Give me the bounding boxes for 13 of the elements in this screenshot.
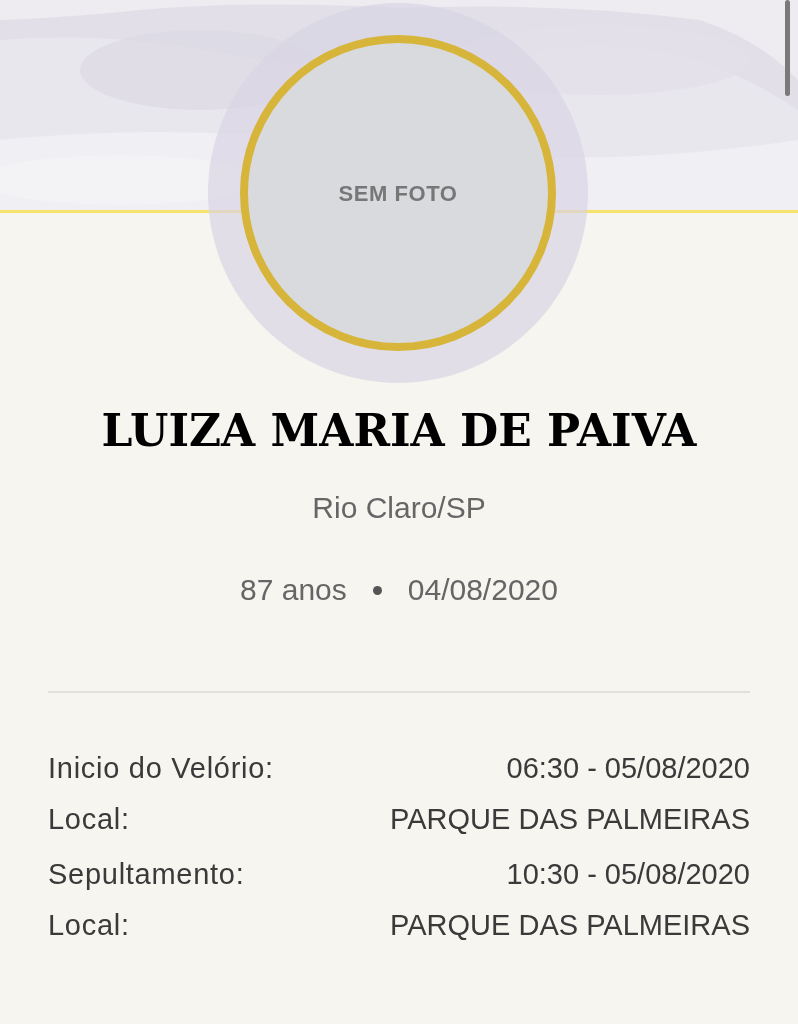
event-time: 06:30 - 05/08/2020 xyxy=(506,751,750,786)
event-label: Sepultamento: xyxy=(48,857,245,892)
no-photo-text: SEM FOTO xyxy=(338,179,458,208)
date-text: 04/08/2020 xyxy=(407,575,558,605)
place-name: PARQUE DAS PALMEIRAS xyxy=(390,802,750,837)
place-name: PARQUE DAS PALMEIRAS xyxy=(390,908,750,943)
age-text: 87 anos xyxy=(240,575,347,605)
place-label: Local: xyxy=(48,908,130,943)
place-label: Local: xyxy=(48,802,130,837)
event-label: Inicio do Velório: xyxy=(48,751,274,786)
person-name: LUIZA MARIA DE PAIVA xyxy=(101,409,697,453)
location-text: Rio Claro/SP xyxy=(312,493,486,523)
event-time: 10:30 - 05/08/2020 xyxy=(506,857,750,892)
